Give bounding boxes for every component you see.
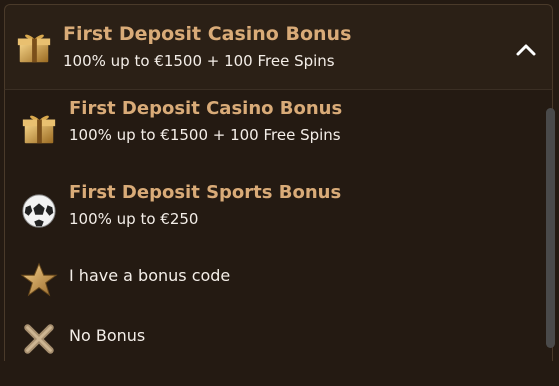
bonus-options-list: First Deposit Casino Bonus 100% up to €1… xyxy=(4,90,553,361)
bonus-option-code[interactable]: I have a bonus code xyxy=(5,262,525,326)
bonus-option-subtitle: 100% up to €1500 + 100 Free Spins xyxy=(69,126,341,144)
scrollbar[interactable] xyxy=(546,108,555,348)
bonus-option-casino[interactable]: First Deposit Casino Bonus 100% up to €1… xyxy=(5,98,525,158)
selected-bonus-title: First Deposit Casino Bonus xyxy=(63,23,352,45)
soccer-ball-icon xyxy=(20,192,58,230)
bonus-option-label: I have a bonus code xyxy=(69,266,231,285)
gift-icon xyxy=(20,110,58,148)
bonus-option-subtitle: 100% up to €250 xyxy=(69,210,199,228)
bonus-option-title: First Deposit Casino Bonus xyxy=(69,98,343,119)
star-icon xyxy=(20,261,58,299)
chevron-up-icon[interactable] xyxy=(514,38,538,62)
selected-bonus-subtitle: 100% up to €1500 + 100 Free Spins xyxy=(63,52,335,70)
bonus-option-title: First Deposit Sports Bonus xyxy=(69,182,342,203)
bonus-option-none[interactable]: No Bonus xyxy=(5,324,525,386)
bonus-selector: First Deposit Casino Bonus 100% up to €1… xyxy=(0,0,559,361)
x-icon xyxy=(20,320,58,358)
bonus-dropdown-header[interactable]: First Deposit Casino Bonus 100% up to €1… xyxy=(4,4,553,90)
gift-icon xyxy=(15,29,53,67)
bonus-option-sports[interactable]: First Deposit Sports Bonus 100% up to €2… xyxy=(5,182,525,242)
bonus-option-label: No Bonus xyxy=(69,326,146,345)
